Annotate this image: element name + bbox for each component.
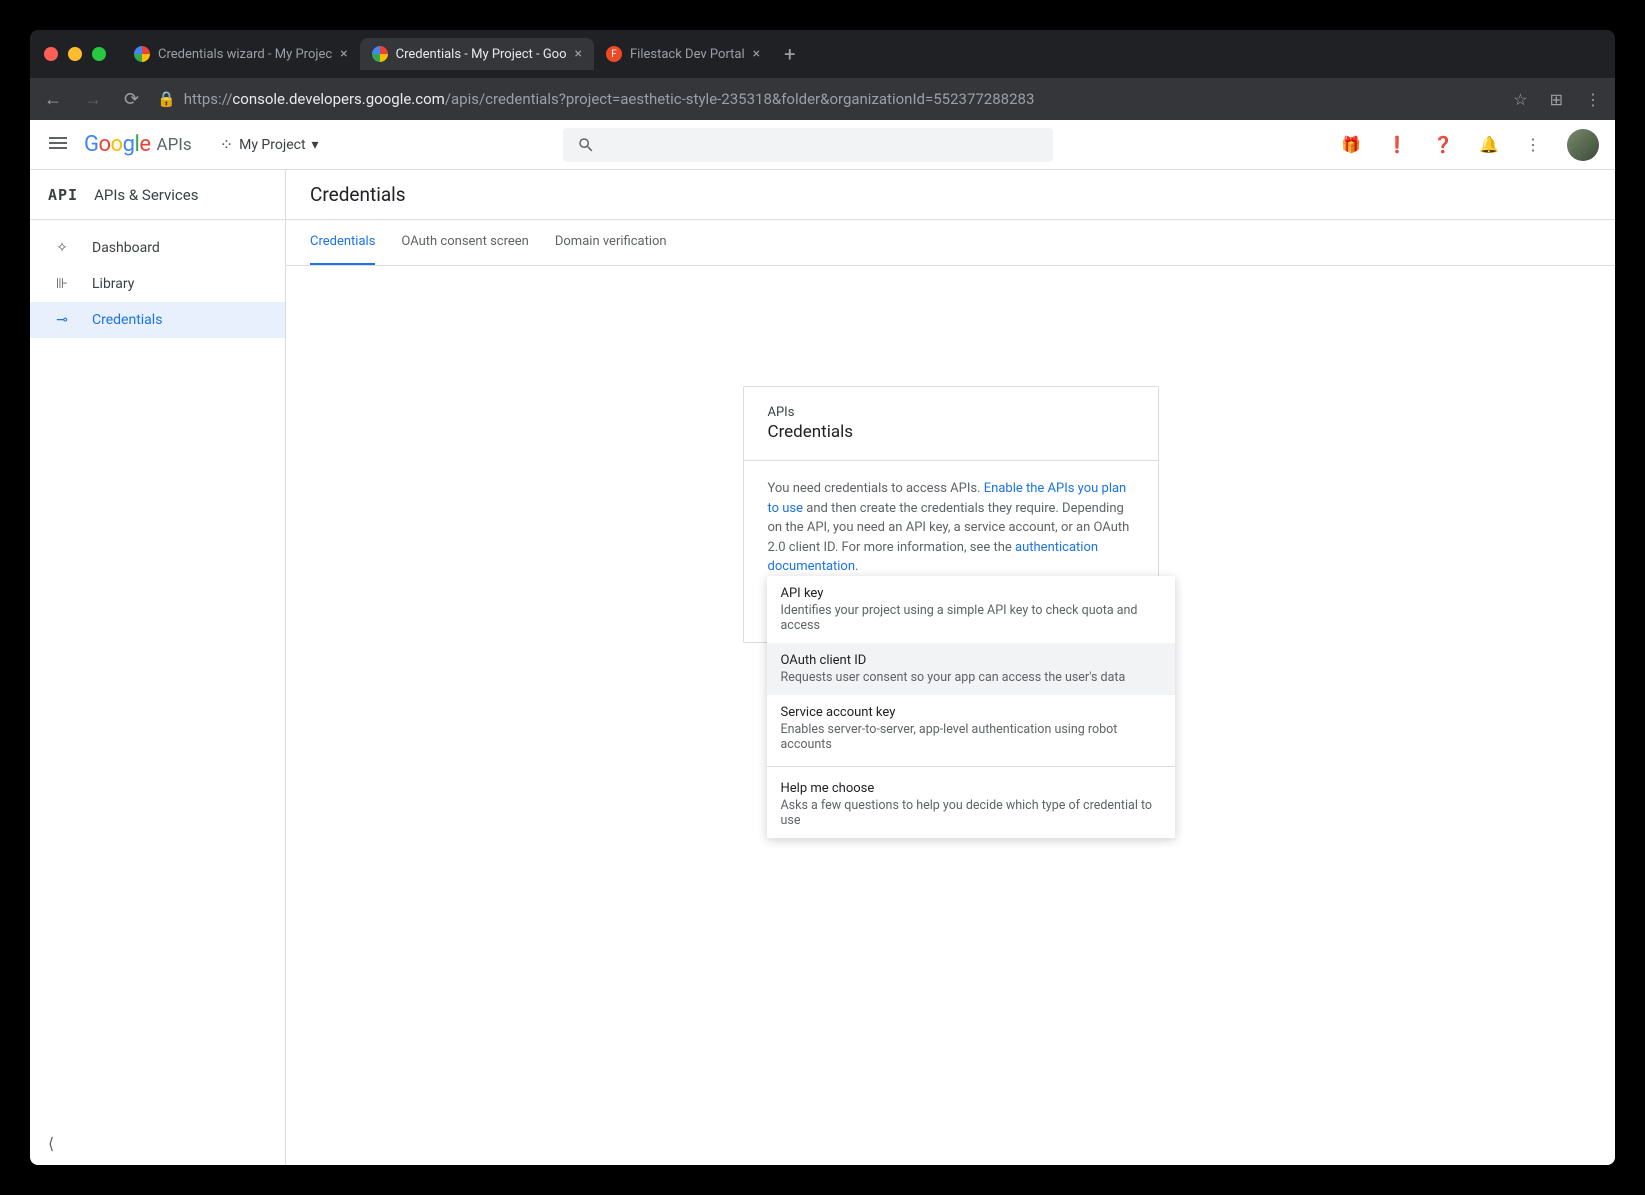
project-name: My Project (239, 137, 305, 153)
card-description: You need credentials to access APIs. Ena… (768, 479, 1134, 577)
alert-icon[interactable]: ❗ (1387, 135, 1407, 154)
google-favicon-icon (134, 46, 150, 62)
library-icon: ⊪ (52, 276, 72, 292)
new-tab-button[interactable]: + (772, 42, 807, 66)
window-close[interactable] (44, 47, 58, 61)
help-icon[interactable]: ❓ (1433, 135, 1453, 154)
dropdown-item-title: Service account key (781, 705, 1161, 720)
browser-tabs: Credentials wizard - My Projec × Credent… (122, 38, 808, 70)
url-domain: console.developers.google.com (232, 90, 444, 108)
tab-credentials[interactable]: Credentials (310, 220, 375, 265)
reload-icon[interactable]: ⟳ (124, 89, 139, 110)
more-icon[interactable]: ⋮ (1525, 135, 1541, 154)
lock-icon: 🔒 (157, 90, 176, 108)
sidebar-section-title: APIs & Services (94, 186, 198, 204)
dropdown-caret-icon: ▾ (312, 137, 319, 153)
google-favicon-icon (372, 46, 388, 62)
main-content: Credentials Credentials OAuth consent sc… (286, 170, 1615, 1165)
url-display[interactable]: 🔒 https://console.developers.google.com/… (157, 90, 1495, 108)
key-icon: ⊸ (52, 312, 72, 328)
console-header: Google APIs ⁘ My Project ▾ 🎁 ❗ ❓ 🔔 ⋮ (30, 120, 1615, 170)
sidebar-item-library[interactable]: ⊪ Library (30, 266, 285, 302)
browser-address-bar: ← → ⟳ 🔒 https://console.developers.googl… (30, 78, 1615, 120)
page-tabs: Credentials OAuth consent screen Domain … (286, 220, 1615, 266)
dropdown-item-oauth-client-id[interactable]: OAuth client ID Requests user consent so… (767, 643, 1175, 695)
window-minimize[interactable] (68, 47, 82, 61)
url-path: /apis/credentials?project=aesthetic-styl… (445, 90, 1035, 108)
menu-icon[interactable] (46, 131, 70, 159)
window-maximize[interactable] (92, 47, 106, 61)
url-scheme: https:// (184, 90, 233, 108)
sidebar-item-dashboard[interactable]: ✧ Dashboard (30, 230, 285, 266)
star-icon[interactable]: ☆ (1513, 90, 1527, 109)
browser-tab[interactable]: F Filestack Dev Portal × (594, 38, 772, 70)
sidebar-item-label: Credentials (92, 312, 162, 328)
dropdown-item-title: Help me choose (781, 781, 1161, 796)
dropdown-item-help-me-choose[interactable]: Help me choose Asks a few questions to h… (767, 771, 1175, 838)
page-title: Credentials (310, 183, 406, 206)
dropdown-item-desc: Identifies your project using a simple A… (781, 603, 1161, 633)
project-picker[interactable]: ⁘ My Project ▾ (220, 135, 319, 154)
dropdown-item-desc: Asks a few questions to help you decide … (781, 798, 1161, 828)
window-controls (44, 47, 106, 61)
sidebar-item-credentials[interactable]: ⊸ Credentials (30, 302, 285, 338)
tab-oauth-consent[interactable]: OAuth consent screen (401, 220, 528, 265)
api-icon: API (48, 186, 78, 204)
dropdown-item-title: OAuth client ID (781, 653, 1161, 668)
browser-tab[interactable]: Credentials wizard - My Projec × (122, 38, 360, 70)
sidebar-collapse-icon[interactable]: ⟨ (30, 1122, 285, 1165)
card-title: Credentials (768, 422, 1134, 442)
create-credentials-dropdown: API key Identifies your project using a … (767, 576, 1175, 838)
dropdown-item-service-account-key[interactable]: Service account key Enables server-to-se… (767, 695, 1175, 762)
forward-icon[interactable]: → (84, 89, 102, 110)
tab-close-icon[interactable]: × (575, 46, 582, 62)
tab-domain-verification[interactable]: Domain verification (555, 220, 667, 265)
dropdown-separator (767, 766, 1175, 767)
tab-close-icon[interactable]: × (753, 46, 760, 62)
search-input[interactable] (563, 128, 1053, 162)
sidebar-item-label: Dashboard (92, 240, 160, 256)
tab-title: Credentials wizard - My Projec (158, 47, 332, 62)
browser-tab[interactable]: Credentials - My Project - Goo × (360, 38, 594, 70)
tab-title: Filestack Dev Portal (630, 47, 745, 62)
project-icon: ⁘ (220, 135, 233, 154)
sidebar-header[interactable]: API APIs & Services (30, 170, 285, 220)
sidebar-item-label: Library (92, 276, 134, 292)
browser-menu-icon[interactable]: ⋮ (1585, 90, 1601, 109)
search-icon (577, 136, 595, 154)
user-avatar[interactable] (1567, 129, 1599, 161)
notifications-icon[interactable]: 🔔 (1479, 135, 1499, 154)
google-logo[interactable]: Google APIs (84, 132, 192, 157)
dashboard-icon: ✧ (52, 240, 72, 256)
browser-titlebar: Credentials wizard - My Projec × Credent… (30, 30, 1615, 78)
dropdown-item-desc: Requests user consent so your app can ac… (781, 670, 1161, 685)
gift-icon[interactable]: 🎁 (1341, 135, 1361, 154)
back-icon[interactable]: ← (44, 89, 62, 110)
tab-close-icon[interactable]: × (340, 46, 347, 62)
sidebar: API APIs & Services ✧ Dashboard ⊪ Librar… (30, 170, 286, 1165)
dropdown-item-title: API key (781, 586, 1161, 601)
extensions-icon[interactable]: ⊞ (1550, 90, 1563, 109)
card-supertitle: APIs (768, 405, 1134, 420)
dropdown-item-api-key[interactable]: API key Identifies your project using a … (767, 576, 1175, 643)
filestack-favicon-icon: F (606, 46, 622, 62)
apis-label: APIs (156, 135, 191, 155)
dropdown-item-desc: Enables server-to-server, app-level auth… (781, 722, 1161, 752)
tab-title: Credentials - My Project - Goo (396, 47, 567, 62)
